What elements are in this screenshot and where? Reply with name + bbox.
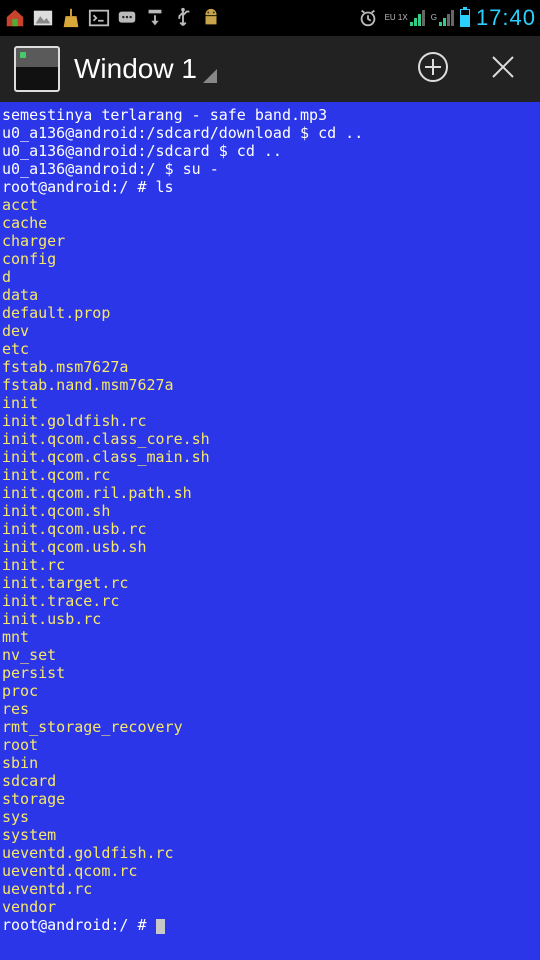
window-switcher[interactable]: Window 1 — [74, 53, 217, 85]
close-window-button[interactable] — [486, 50, 520, 89]
signal-sim1: EU 1X — [385, 10, 425, 26]
status-clock: 17:40 — [476, 5, 536, 31]
bbm-icon — [116, 7, 138, 29]
terminal-cursor — [156, 919, 165, 934]
android-icon — [200, 7, 222, 29]
gallery-icon — [32, 7, 54, 29]
terminal-output[interactable]: semestinya terlarang - safe band.mp3 u0_… — [0, 102, 540, 960]
new-window-button[interactable] — [416, 50, 450, 89]
terminal-icon — [88, 7, 110, 29]
dropdown-triangle-icon — [203, 69, 217, 83]
window-title-text: Window 1 — [74, 53, 197, 85]
usb-icon — [172, 7, 194, 29]
download-icon — [144, 7, 166, 29]
alarm-icon — [357, 7, 379, 29]
status-left — [4, 7, 222, 29]
status-right: EU 1X G 17:40 — [357, 5, 536, 31]
network-label-b: G — [431, 14, 437, 22]
network-label-a: EU 1X — [385, 14, 408, 22]
cleaner-icon — [60, 7, 82, 29]
app-bar: Window 1 — [0, 36, 540, 102]
terminal-app-icon[interactable] — [14, 46, 60, 92]
battery-icon — [460, 9, 470, 27]
house-icon — [4, 7, 26, 29]
signal-sim2: G — [431, 10, 454, 26]
status-bar: EU 1X G 17:40 — [0, 0, 540, 36]
